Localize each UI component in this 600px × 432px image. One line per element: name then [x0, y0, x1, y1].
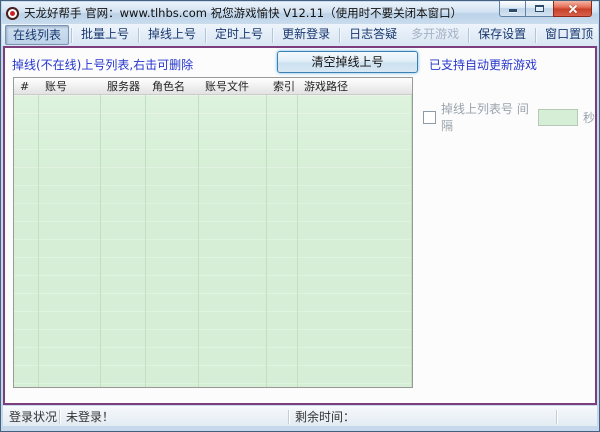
clear-offline-list-button[interactable]: 清空掉线上号 — [277, 51, 418, 73]
toolbar: 在线列表 批量上号 掉线上号 定时上号 更新登录 日志答疑 多开游戏 保存设置 … — [2, 24, 598, 46]
toolbar-divider — [138, 27, 140, 43]
column-header-account-file[interactable]: 账号文件 — [199, 78, 267, 94]
table-header-row: # 账号 服务器 角色名 账号文件 索引 游戏路径 — [14, 78, 412, 95]
maximize-icon — [535, 5, 544, 12]
column-header-idx[interactable]: 索引 — [267, 78, 298, 94]
tab-batch-login[interactable]: 批量上号 — [74, 25, 136, 45]
interval-checkbox[interactable] — [423, 110, 436, 124]
column-header-index[interactable]: # — [14, 80, 39, 93]
table-column — [298, 95, 412, 387]
maximize-button[interactable] — [526, 1, 553, 17]
interval-seconds-input[interactable] — [537, 108, 578, 126]
auto-update-notice: 已支持自动更新游戏 — [429, 58, 538, 72]
tab-offline-login[interactable]: 掉线上号 — [141, 25, 203, 45]
window-title: 天龙好帮手 官网：www.tlhbs.com 祝您游戏愉快 V12.11（使用时… — [24, 6, 463, 20]
tab-log-faq[interactable]: 日志答疑 — [342, 25, 404, 45]
column-header-character[interactable]: 角色名 — [146, 78, 199, 94]
column-header-server[interactable]: 服务器 — [101, 78, 146, 94]
tab-update-login[interactable]: 更新登录 — [275, 25, 337, 45]
toolbar-divider — [71, 27, 73, 43]
tab-timed-login[interactable]: 定时上号 — [208, 25, 270, 45]
remaining-time-label: 剩余时间： — [295, 410, 356, 424]
client-area: 掉线(不在线)上号列表,右击可删除 清空掉线上号 已支持自动更新游戏 # 账号 … — [3, 46, 597, 405]
table-column — [146, 95, 199, 387]
status-bar: 登录状况： 未登录！ 剩余时间： — [3, 406, 597, 426]
toolbar-divider — [535, 27, 537, 43]
table-column — [14, 95, 39, 387]
table-column — [267, 95, 298, 387]
table-column — [199, 95, 267, 387]
minimize-icon — [509, 9, 517, 12]
column-header-account[interactable]: 账号 — [39, 78, 101, 94]
statusbar-end-pane — [557, 407, 597, 426]
interval-label: 掉线上列表号 间隔 — [441, 102, 529, 133]
toolbar-divider — [272, 27, 274, 43]
close-button[interactable] — [553, 1, 592, 17]
multi-open-game-button: 多开游戏 — [411, 27, 460, 41]
app-target-icon — [10, 10, 15, 16]
offline-account-table: # 账号 服务器 角色名 账号文件 索引 游戏路径 — [13, 77, 413, 388]
window-topmost-button[interactable]: 窗口置顶 — [538, 25, 599, 45]
toolbar-divider — [339, 27, 341, 43]
login-status-value: 未登录！ — [66, 410, 115, 424]
login-status-label: 登录状况： — [9, 410, 70, 424]
window-controls — [499, 1, 592, 17]
toolbar-divider — [205, 27, 207, 43]
toolbar-divider — [468, 27, 470, 43]
interval-unit-label: 秒 — [582, 110, 595, 125]
minimize-button[interactable] — [499, 1, 526, 17]
table-column — [101, 95, 146, 387]
save-settings-button[interactable]: 保存设置 — [471, 25, 533, 45]
app-window: 天龙好帮手 官网：www.tlhbs.com 祝您游戏愉快 V12.11（使用时… — [0, 0, 600, 432]
table-column — [39, 95, 101, 387]
column-header-game-path[interactable]: 游戏路径 — [298, 78, 412, 94]
tab-online-list[interactable]: 在线列表 — [5, 25, 70, 45]
offline-list-hint: 掉线(不在线)上号列表,右击可删除 — [12, 58, 194, 72]
interval-option-row: 掉线上列表号 间隔 秒 — [423, 100, 595, 134]
table-body-empty[interactable] — [14, 95, 412, 387]
